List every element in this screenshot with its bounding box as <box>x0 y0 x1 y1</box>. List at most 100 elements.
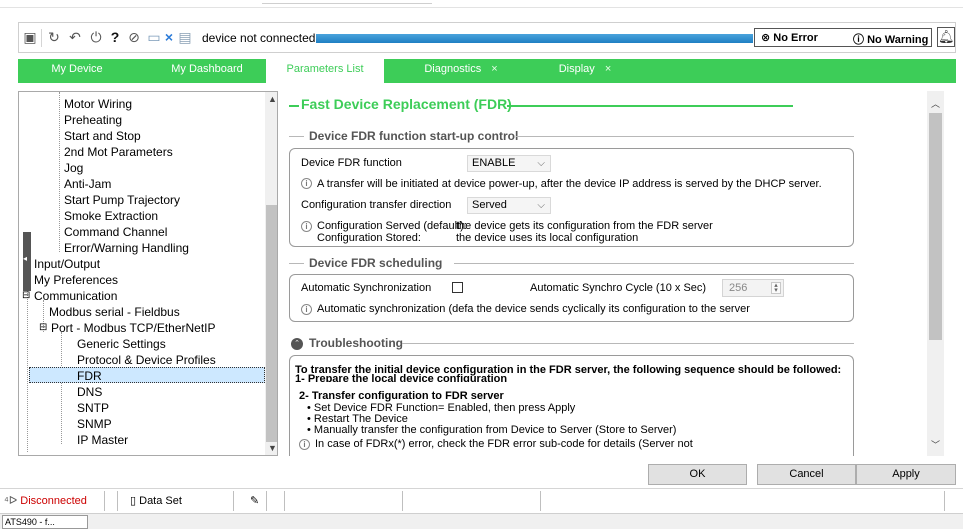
tree-item[interactable]: SNTP <box>77 400 109 416</box>
tree-item[interactable]: SNMP <box>77 416 112 432</box>
tree-item-selected[interactable]: FDR <box>29 367 265 383</box>
chevron-down-icon: ⌵ <box>537 158 545 169</box>
info-text: A transfer will be initiated at device p… <box>317 178 822 190</box>
scroll-down-icon[interactable]: ﹀ <box>931 438 940 451</box>
disconnect-plug-icon: ⁴ᐅ <box>4 495 18 507</box>
expand-icon[interactable]: ⊟ <box>39 320 47 336</box>
tree-item[interactable]: Anti-Jam <box>64 176 111 192</box>
tree-item[interactable]: Command Channel <box>64 224 167 240</box>
bell-icon[interactable]: 🔔︎ <box>937 27 955 47</box>
help-icon[interactable]: ? <box>107 29 123 46</box>
chevron-down-icon: ⌵ <box>537 200 545 211</box>
tab-parameters-list[interactable]: Parameters List <box>266 59 384 83</box>
tree-item[interactable]: Motor Wiring <box>64 96 132 112</box>
app-window: ▣ ↻ ↶ ⏻ ? ⊘ ▭ × ▤ device not connected ⊗… <box>0 0 963 529</box>
database-icon: ▯ <box>130 495 137 507</box>
scroll-up-icon[interactable]: ▲ <box>268 94 277 104</box>
tree-scroll-thumb[interactable] <box>266 205 277 442</box>
direction-label: Configuration transfer direction <box>301 199 452 211</box>
connection-status: ⁴ᐅ Disconnected <box>4 495 87 507</box>
tab-my-dashboard[interactable]: My Dashboard <box>148 59 266 83</box>
disconnect-icon[interactable]: × <box>161 29 177 46</box>
dialog-buttons: OK Cancel Apply <box>18 460 956 486</box>
section-scheduling-heading: Device FDR scheduling <box>309 256 443 270</box>
device-icon[interactable]: ▣ <box>22 29 38 46</box>
tab-bar: My Device My Dashboard Parameters List D… <box>18 59 956 83</box>
stored-label: Configuration Stored: <box>317 232 421 244</box>
edit-icon[interactable]: ⊘ <box>126 29 142 46</box>
troubleshooting-info: In case of FDRx(*) error, check the FDR … <box>315 438 693 450</box>
info-icon: i <box>301 304 312 315</box>
tree-item[interactable]: Error/Warning Handling <box>64 240 189 256</box>
tree-item[interactable]: Input/Output <box>34 256 100 272</box>
panel-splitter[interactable] <box>23 232 31 291</box>
tree-item[interactable]: Smoke Extraction <box>64 208 158 224</box>
tree-item[interactable]: Port - Modbus TCP/EtherNetIP <box>51 320 216 336</box>
info-icon: i <box>301 221 312 232</box>
troubleshooting-step2: 2- Transfer configuration to FDR server <box>299 390 504 402</box>
ok-button[interactable]: OK <box>648 464 747 485</box>
collapse-icon[interactable]: ⌃ <box>291 338 303 350</box>
tree-item[interactable]: Start and Stop <box>64 128 141 144</box>
monitor-icon[interactable]: ▭ <box>146 29 162 46</box>
tree-item[interactable]: DNS <box>77 384 102 400</box>
tab-display[interactable]: Display × <box>540 59 630 83</box>
tab-diagnostics[interactable]: Diagnostics × <box>406 59 516 83</box>
section-startup-heading: Device FDR function start-up control <box>309 129 519 143</box>
close-icon[interactable]: × <box>605 63 611 75</box>
scheduling-info-text: Automatic synchronization (defa the devi… <box>317 303 750 315</box>
tree-item[interactable]: Protocol & Device Profiles <box>77 352 216 368</box>
startup-group: Device FDR function ENABLE ⌵ i A transfer… <box>289 148 854 247</box>
tree-item[interactable]: Preheating <box>64 112 122 128</box>
served-label: Configuration Served (default): <box>317 220 467 232</box>
warning-status: ⓘ No Warning <box>853 34 929 46</box>
taskbar-window-item[interactable]: ATS490 - f... <box>2 515 88 529</box>
direction-select[interactable]: Served ⌵ <box>467 197 551 214</box>
tree-item[interactable]: IP Master <box>77 432 128 448</box>
cancel-button[interactable]: Cancel <box>757 464 856 485</box>
taskbar: ATS490 - f... <box>0 513 963 529</box>
fdr-function-label: Device FDR function <box>301 157 402 169</box>
troubleshooting-bullet: • Manually transfer the configuration fr… <box>307 424 677 436</box>
cycle-label: Automatic Synchro Cycle (10 x Sec) <box>530 282 707 294</box>
progress-bar <box>316 34 753 43</box>
auto-sync-checkbox[interactable] <box>452 282 463 293</box>
stepper-arrows-icon: ▴ ▾ <box>771 282 781 294</box>
tree-item[interactable]: Communication <box>34 288 117 304</box>
cycle-stepper[interactable]: 256 ▴ ▾ <box>722 279 784 297</box>
tree-item[interactable]: Jog <box>64 160 83 176</box>
content-scroll-thumb[interactable] <box>929 113 942 340</box>
top-border <box>0 0 963 8</box>
troubleshooting-group: To transfer the initial device configura… <box>289 355 854 456</box>
tab-my-device[interactable]: My Device <box>18 59 136 83</box>
refresh-icon[interactable]: ↻ <box>46 29 62 46</box>
error-status: ⊗ No Error <box>761 32 818 44</box>
scroll-down-icon[interactable]: ▼ <box>268 443 277 453</box>
info-icon: i <box>301 178 312 189</box>
connection-status-text: device not connected <box>202 31 316 45</box>
tree-item[interactable]: My Preferences <box>34 272 118 288</box>
pen-icon[interactable]: ✎ <box>250 494 259 507</box>
toolbar: ▣ ↻ ↶ ⏻ ? ⊘ ▭ × ▤ device not connected ⊗… <box>18 22 956 53</box>
close-icon[interactable]: × <box>491 63 497 75</box>
troubleshooting-step1: 1- Prepare the local device configuratio… <box>295 374 508 382</box>
tree-item[interactable]: Generic Settings <box>77 336 166 352</box>
scheduling-group: Automatic Synchronization Automatic Sync… <box>289 274 854 322</box>
fdr-content-panel: Fast Device Replacement (FDR) Device FDR… <box>284 91 944 456</box>
status-bar: ⁴ᐅ Disconnected ▯ Data Set ✎ <box>0 488 963 512</box>
scroll-up-icon[interactable]: ︿ <box>931 97 940 110</box>
tree-item[interactable]: 2nd Mot Parameters <box>64 144 173 160</box>
save-icon[interactable]: ▤ <box>177 29 193 46</box>
status-indicator[interactable]: ⊗ No Error ⓘ No Warning <box>754 28 932 47</box>
power-icon[interactable]: ⏻ <box>88 29 104 46</box>
served-description: the device gets its configuration from t… <box>456 220 713 232</box>
parameter-tree: Motor Wiring Preheating Start and Stop 2… <box>18 91 278 456</box>
tree-item[interactable]: Start Pump Trajectory <box>64 192 180 208</box>
tree-item[interactable]: Modbus serial - Fieldbus <box>49 304 180 320</box>
dataset-status[interactable]: ▯ Data Set <box>130 494 182 507</box>
undo-icon[interactable]: ↶ <box>67 29 83 46</box>
auto-sync-label: Automatic Synchronization <box>301 282 432 294</box>
fdr-function-select[interactable]: ENABLE ⌵ <box>467 155 551 172</box>
section-troubleshooting-heading: Troubleshooting <box>309 336 403 350</box>
apply-button[interactable]: Apply <box>856 464 956 485</box>
